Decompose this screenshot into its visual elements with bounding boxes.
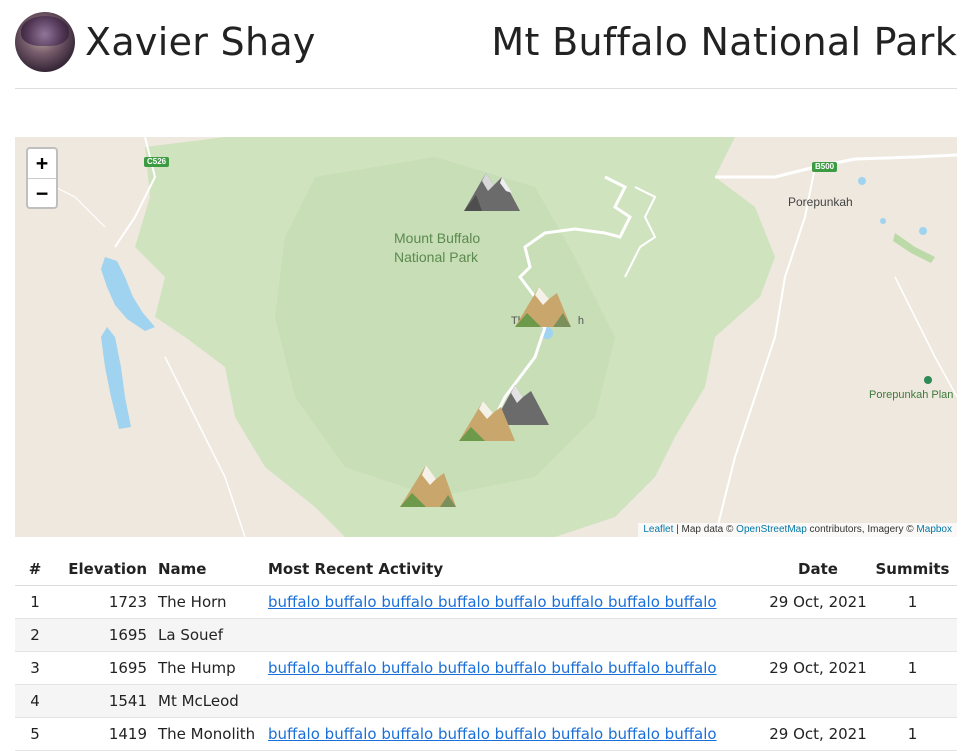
zoom-control: + − — [26, 147, 58, 209]
site-header: Xavier Shay Mt Buffalo National Park — [15, 10, 957, 72]
table-row: 4 1541 Mt McLeod — [15, 684, 957, 718]
cell-summits — [868, 684, 957, 718]
activity-link[interactable]: buffalo buffalo buffalo buffalo buffalo … — [268, 659, 717, 677]
cell-date: 29 Oct, 2021 — [768, 651, 868, 685]
road-badge-b500: B500 — [812, 162, 838, 172]
mountain-marker-icon[interactable] — [457, 397, 517, 443]
cell-elevation: 1419 — [55, 717, 147, 751]
cell-date — [768, 618, 868, 652]
mountain-marker-icon[interactable] — [513, 283, 573, 329]
activity-link[interactable]: buffalo buffalo buffalo buffalo buffalo … — [268, 593, 717, 611]
zoom-in-button[interactable]: + — [28, 149, 56, 179]
cell-num: 2 — [15, 618, 55, 652]
col-date-header[interactable]: Date — [768, 553, 868, 586]
cell-num: 1 — [15, 585, 55, 619]
summits-table: # Elevation Name Most Recent Activity Da… — [15, 553, 957, 751]
col-activity-header[interactable]: Most Recent Activity — [268, 553, 768, 586]
cell-elevation: 1723 — [55, 585, 147, 619]
page-title: Mt Buffalo National Park — [491, 20, 957, 64]
cell-num: 5 — [15, 717, 55, 751]
town-label: Porepunkah — [788, 195, 853, 209]
cell-date — [768, 684, 868, 718]
osm-link[interactable]: OpenStreetMap — [736, 524, 807, 535]
cell-name: Mt McLeod — [147, 684, 268, 718]
col-num-header[interactable]: # — [15, 553, 55, 586]
table-row: 3 1695 The Hump buffalo buffalo buffalo … — [15, 651, 957, 685]
table-row: 2 1695 La Souef — [15, 618, 957, 652]
cell-name: The Hump — [147, 651, 268, 685]
avatar[interactable] — [15, 12, 75, 72]
mountain-marker-icon[interactable] — [398, 463, 458, 509]
map[interactable]: C526 B500 Mount Buffalo National Park Po… — [15, 137, 957, 537]
cell-elevation: 1695 — [55, 651, 147, 685]
park-label: Mount Buffalo National Park — [394, 230, 481, 265]
table-row: 1 1723 The Horn buffalo buffalo buffalo … — [15, 585, 957, 619]
cell-name: The Horn — [147, 585, 268, 619]
cell-name: The Monolith — [147, 717, 268, 751]
cell-date: 29 Oct, 2021 — [768, 717, 868, 751]
cell-num: 4 — [15, 684, 55, 718]
table-row: 5 1419 The Monolith buffalo buffalo buff… — [15, 717, 957, 751]
cell-summits: 1 — [868, 651, 957, 685]
map-attribution: Leaflet | Map data © OpenStreetMap contr… — [638, 523, 957, 537]
header-divider — [15, 88, 957, 89]
cell-name: La Souef — [147, 618, 268, 652]
activity-link[interactable]: buffalo buffalo buffalo buffalo buffalo … — [268, 725, 717, 743]
cell-date: 29 Oct, 2021 — [768, 585, 868, 619]
cell-summits: 1 — [868, 585, 957, 619]
cell-num: 3 — [15, 651, 55, 685]
zoom-out-button[interactable]: − — [28, 179, 56, 208]
col-elevation-header[interactable]: Elevation — [55, 553, 147, 586]
leaflet-link[interactable]: Leaflet — [643, 524, 673, 535]
plantation-label: Porepunkah Plan — [869, 389, 954, 401]
mountain-marker-icon[interactable] — [462, 167, 522, 213]
table-header-row: # Elevation Name Most Recent Activity Da… — [15, 553, 957, 586]
cell-elevation: 1541 — [55, 684, 147, 718]
col-name-header[interactable]: Name — [147, 553, 268, 586]
cell-summits: 1 — [868, 717, 957, 751]
cell-summits — [868, 618, 957, 652]
cell-elevation: 1695 — [55, 618, 147, 652]
mapbox-link[interactable]: Mapbox — [916, 524, 952, 535]
col-summits-header[interactable]: Summits — [868, 553, 957, 586]
road-badge-c526: C526 — [144, 157, 170, 167]
author-name[interactable]: Xavier Shay — [85, 16, 316, 68]
